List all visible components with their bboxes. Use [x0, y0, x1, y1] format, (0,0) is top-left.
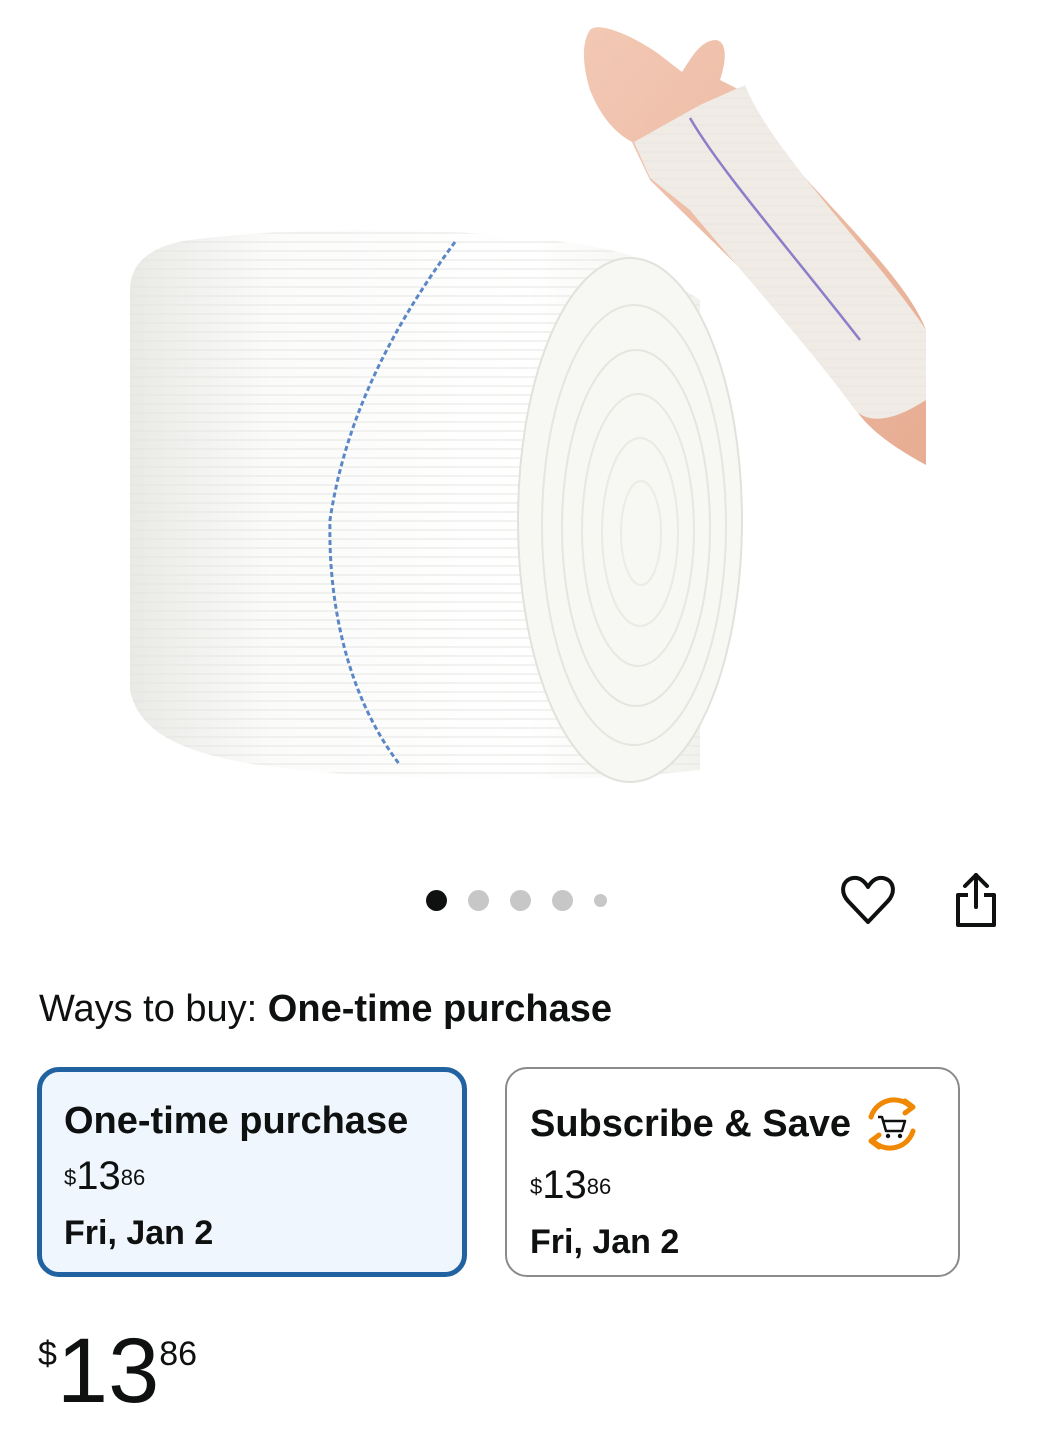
option-price: $1386: [530, 1163, 936, 1207]
price-currency: $: [64, 1165, 77, 1190]
carousel-dot-5[interactable]: [594, 894, 607, 907]
product-image-gallery[interactable]: [0, 0, 1044, 860]
share-button[interactable]: [944, 868, 1008, 932]
share-icon: [956, 873, 996, 927]
option-price: $1386: [64, 1154, 440, 1198]
price-cents: 86: [120, 1165, 146, 1190]
price-cents: 86: [159, 1335, 198, 1373]
price-whole: 13: [542, 1163, 587, 1207]
price-whole: 13: [76, 1154, 121, 1198]
heart-outline-icon: [841, 875, 895, 924]
option-delivery-date: Fri, Jan 2: [530, 1223, 680, 1261]
stockinette-roll-photo: [130, 230, 743, 783]
option-delivery-date: Fri, Jan 2: [64, 1214, 214, 1252]
price-cents: 86: [586, 1174, 612, 1199]
ways-to-buy-label: Ways to buy:: [39, 988, 258, 1030]
ways-to-buy: Ways to buy: One-time purchase: [39, 985, 612, 1033]
option-title: Subscribe & Save: [530, 1103, 852, 1145]
ways-to-buy-value: One-time purchase: [267, 988, 613, 1030]
product-price: $1386: [38, 1325, 197, 1417]
option-title-row: Subscribe & Save: [530, 1095, 936, 1153]
carousel-dot-3[interactable]: [510, 890, 531, 911]
price-whole: 13: [56, 1320, 160, 1422]
price-currency: $: [38, 1335, 57, 1373]
option-one-time-purchase[interactable]: One-time purchase $1386 Fri, Jan 2: [37, 1067, 467, 1277]
subscribe-cart-icon: [861, 1095, 923, 1153]
carousel-dot-4[interactable]: [552, 890, 573, 911]
price-currency: $: [530, 1174, 543, 1199]
option-subscribe-and-save[interactable]: Subscribe & Save $1386 Fri, Jan 2: [505, 1067, 960, 1277]
option-title: One-time purchase: [64, 1100, 409, 1142]
carousel-dot-1[interactable]: [426, 890, 447, 911]
favorite-button[interactable]: [836, 868, 900, 932]
image-carousel-dots: [426, 890, 607, 911]
product-image: [130, 27, 926, 783]
carousel-dot-2[interactable]: [468, 890, 489, 911]
